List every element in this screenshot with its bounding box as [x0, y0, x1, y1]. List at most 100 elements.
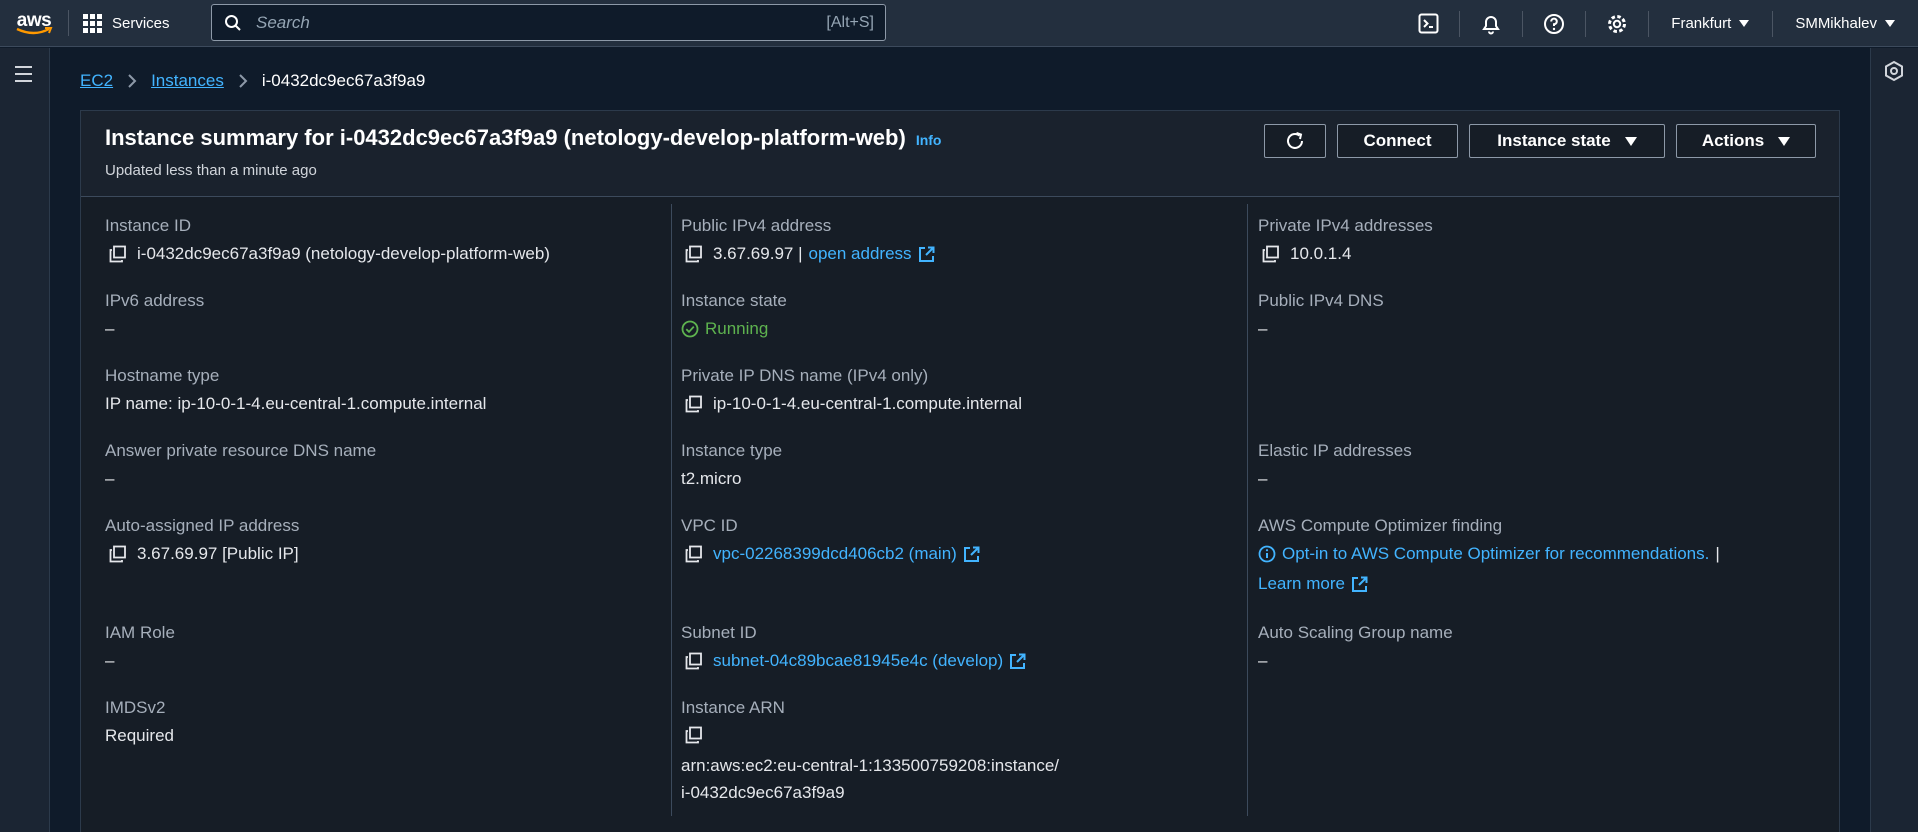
field-label: Instance type	[681, 441, 783, 460]
region-selector[interactable]: Frankfurt	[1649, 0, 1772, 47]
compute-optimizer-field: AWS Compute Optimizer finding Opt-in to …	[1258, 516, 1818, 594]
search-icon	[225, 14, 241, 31]
external-link-icon	[963, 546, 980, 562]
terminal-icon	[1418, 13, 1439, 34]
breadcrumb-instances-link[interactable]: Instances	[151, 71, 224, 91]
updated-text: Updated less than a minute ago	[105, 162, 317, 179]
ipv6-field: IPv6 address –	[105, 291, 204, 339]
asg-value: –	[1258, 651, 1268, 670]
region-label: Frankfurt	[1671, 15, 1732, 32]
arn-value-line1: arn:aws:ec2:eu-central-1:133500759208:in…	[681, 756, 1060, 775]
instance-id-value: i-0432dc9ec67a3f9a9 (netology-develop-pl…	[137, 244, 550, 263]
account-menu[interactable]: SMMikhalev	[1773, 0, 1918, 47]
subnet-id-field: Subnet ID subnet-04c89bcae81945e4c (deve…	[681, 623, 1026, 671]
field-label: Instance ARN	[681, 698, 785, 717]
copy-icon[interactable]	[685, 245, 703, 263]
instance-arn-field: Instance ARN arn:aws:ec2:eu-central-1:13…	[681, 698, 1059, 806]
services-menu-button[interactable]: Services	[69, 0, 182, 47]
help-button[interactable]	[1523, 0, 1585, 47]
aws-logo[interactable]: aws	[0, 0, 68, 47]
auto-scaling-group-field: Auto Scaling Group name –	[1258, 623, 1453, 671]
private-ipv4-value: 10.0.1.4	[1290, 244, 1352, 263]
public-dns-value: –	[1258, 319, 1268, 338]
copy-icon[interactable]	[1262, 245, 1280, 263]
grid-icon	[83, 13, 102, 33]
hostname-type-field: Hostname type IP name: ip-10-0-1-4.eu-ce…	[105, 366, 486, 414]
copy-icon[interactable]	[109, 545, 127, 563]
notifications-button[interactable]	[1460, 0, 1522, 47]
breadcrumb-ec2-link[interactable]: EC2	[80, 71, 113, 91]
tools-panel-button[interactable]	[1883, 60, 1905, 87]
help-icon	[1544, 13, 1565, 34]
arn-value-line2: i-0432dc9ec67a3f9a9	[681, 783, 845, 802]
search-input[interactable]: Search [Alt+S]	[211, 4, 886, 41]
instance-state-button[interactable]: Instance state	[1469, 124, 1665, 158]
page-title: Instance summary for i-0432dc9ec67a3f9a9…	[105, 125, 906, 150]
chevron-down-icon	[1885, 20, 1895, 27]
actions-button[interactable]: Actions	[1676, 124, 1816, 158]
vpc-id-link[interactable]: vpc-02268399dcd406cb2 (main)	[713, 544, 957, 564]
open-address-link[interactable]: open address	[809, 244, 912, 264]
answer-dns-field: Answer private resource DNS name –	[105, 441, 376, 489]
info-link[interactable]: Info	[916, 132, 942, 148]
search-placeholder: Search	[256, 12, 310, 32]
field-label: Answer private resource DNS name	[105, 441, 377, 460]
public-dns-field: Public IPv4 DNS –	[1258, 291, 1384, 339]
breadcrumb: EC2 Instances i-0432dc9ec67a3f9a9	[80, 71, 425, 91]
external-link-icon	[1351, 576, 1368, 592]
menu-toggle-button[interactable]	[15, 66, 32, 87]
bell-icon	[1482, 15, 1501, 34]
cloudshell-button[interactable]	[1397, 0, 1459, 47]
field-label: Auto Scaling Group name	[1258, 623, 1453, 642]
field-label: AWS Compute Optimizer finding	[1258, 516, 1503, 535]
external-link-icon	[1010, 653, 1026, 669]
settings-button[interactable]	[1586, 0, 1648, 47]
copy-icon[interactable]	[685, 395, 703, 413]
vpc-id-field: VPC ID vpc-02268399dcd406cb2 (main)	[681, 516, 980, 564]
field-label: Elastic IP addresses	[1258, 441, 1412, 460]
top-navigation: aws Services Search [Alt+S] Frankfurt SM…	[0, 0, 1918, 47]
public-ipv4-field: Public IPv4 address 3.67.69.97 | open add…	[681, 216, 935, 264]
refresh-icon	[1287, 132, 1303, 149]
check-circle-icon	[681, 320, 699, 338]
field-label: Instance state	[681, 291, 787, 310]
ipv6-value: –	[105, 319, 115, 338]
connect-label: Connect	[1363, 131, 1432, 150]
field-label: IPv6 address	[105, 291, 205, 310]
copy-icon[interactable]	[685, 726, 703, 744]
chevron-down-icon	[1739, 20, 1750, 27]
services-label: Services	[112, 14, 170, 32]
actions-label: Actions	[1701, 131, 1765, 150]
copy-icon[interactable]	[109, 245, 127, 263]
copy-icon[interactable]	[685, 545, 703, 563]
separator: |	[1715, 544, 1720, 563]
optimizer-opt-in-link[interactable]: Opt-in to AWS Compute Optimizer for reco…	[1282, 544, 1709, 564]
refresh-button[interactable]	[1264, 124, 1326, 158]
field-label: Auto-assigned IP address	[105, 516, 300, 535]
caret-down-icon	[1778, 136, 1791, 146]
hexagon-icon	[1885, 60, 1903, 82]
field-label: IAM Role	[105, 623, 175, 642]
learn-more-link[interactable]: Learn more	[1258, 574, 1345, 594]
info-icon	[1258, 545, 1276, 563]
subnet-id-link[interactable]: subnet-04c89bcae81945e4c (develop)	[713, 651, 1003, 671]
field-label: Public IPv4 address	[681, 216, 832, 235]
elastic-ip-value: –	[1258, 469, 1268, 488]
field-label: Private IP DNS name (IPv4 only)	[681, 366, 929, 385]
instance-state-value: Running	[705, 319, 769, 338]
field-label: VPC ID	[681, 516, 738, 535]
caret-down-icon	[1624, 136, 1637, 146]
field-label: Instance ID	[105, 216, 191, 235]
column-divider	[1247, 204, 1248, 816]
field-label: Subnet ID	[681, 623, 757, 642]
imdsv2-field: IMDSv2 Required	[105, 698, 174, 746]
public-ipv4-value: 3.67.69.97 |	[713, 244, 803, 263]
aws-smile-icon	[16, 26, 53, 34]
iam-role-field: IAM Role –	[105, 623, 175, 671]
search-shortcut: [Alt+S]	[826, 13, 874, 31]
panel-header: Instance summary for i-0432dc9ec67a3f9a9…	[81, 111, 1839, 197]
elastic-ip-field: Elastic IP addresses –	[1258, 441, 1412, 489]
connect-button[interactable]: Connect	[1337, 124, 1458, 158]
copy-icon[interactable]	[685, 652, 703, 670]
instance-type-field: Instance type t2.micro	[681, 441, 782, 489]
